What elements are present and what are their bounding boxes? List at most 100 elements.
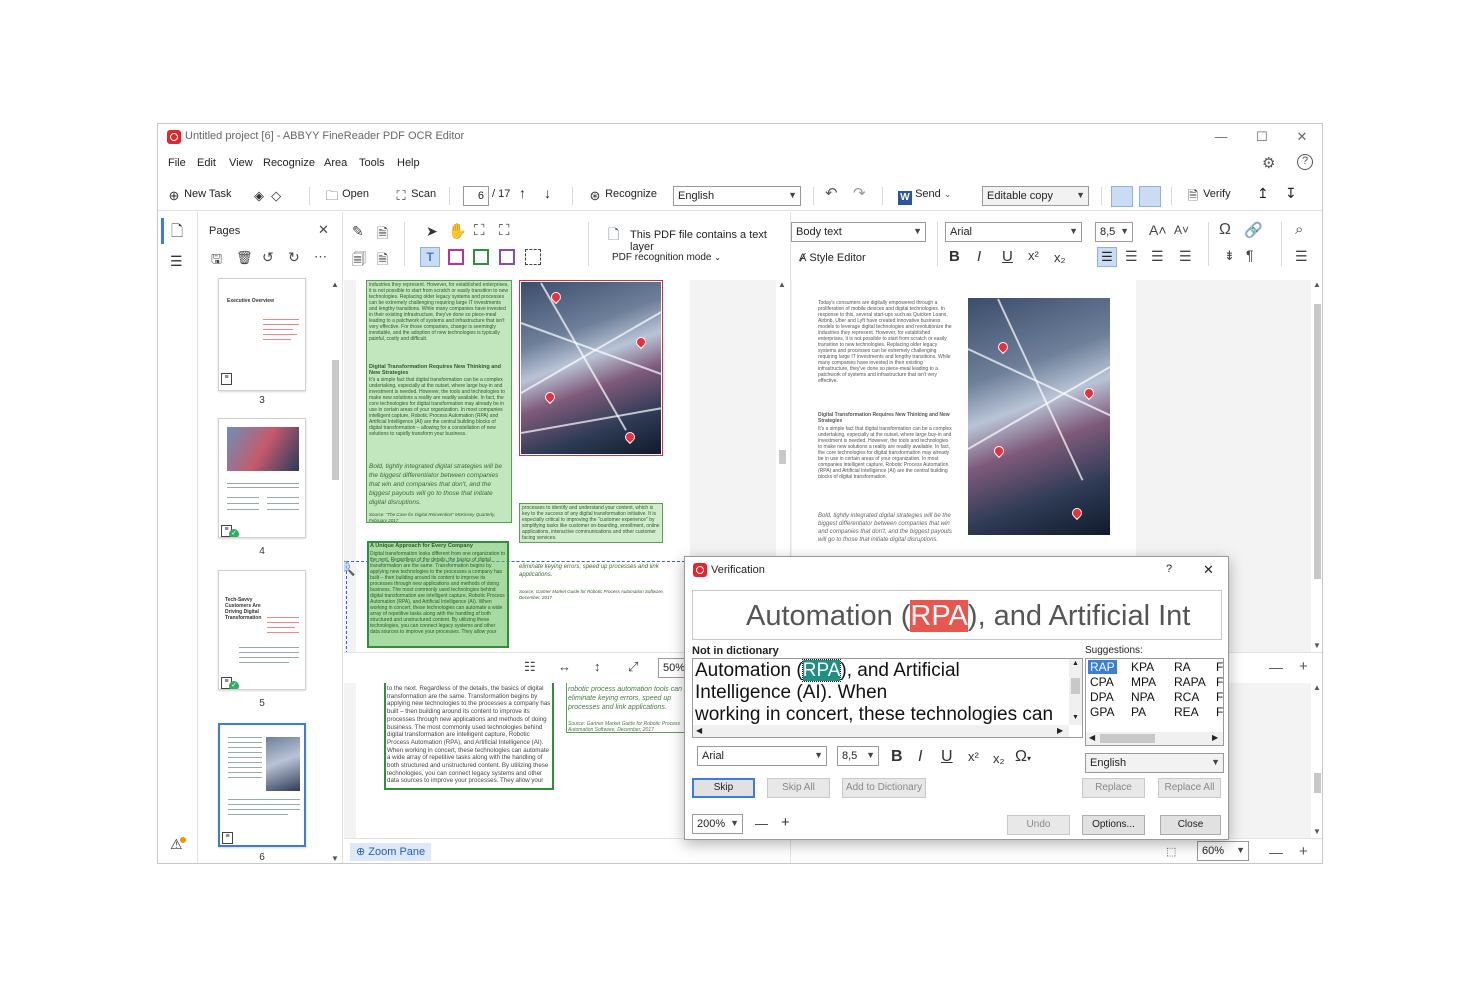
suggestions-scroll-thumb[interactable] bbox=[1100, 734, 1155, 743]
suggestion-item[interactable]: F bbox=[1216, 675, 1223, 689]
search-icon[interactable]: ⌕ bbox=[1295, 221, 1303, 238]
new-task-button[interactable]: ⊕ New Task bbox=[167, 188, 232, 203]
italic-icon[interactable]: I bbox=[977, 248, 981, 265]
fit-height-arrows-icon[interactable]: ↕ bbox=[594, 659, 601, 674]
export-image-icon[interactable]: 🗎 bbox=[377, 223, 388, 247]
more-options-icon[interactable]: ⋯ bbox=[314, 249, 327, 265]
expand-icon[interactable]: ⤢ bbox=[628, 659, 638, 675]
save-icon[interactable]: 🖫 bbox=[211, 250, 222, 272]
text-area-tool-icon[interactable]: T bbox=[420, 247, 440, 267]
underline-icon[interactable]: U bbox=[1002, 248, 1013, 265]
close-dialog-button[interactable]: Close bbox=[1160, 815, 1221, 835]
grow-font-icon[interactable]: A˄ bbox=[1149, 222, 1167, 238]
menu-edit[interactable]: Edit bbox=[197, 157, 216, 169]
recognition-language-select[interactable]: English ▼ bbox=[673, 186, 801, 206]
picture-area-block[interactable] bbox=[519, 280, 663, 456]
zoom-out-icon[interactable]: — bbox=[1269, 844, 1283, 860]
bold-icon[interactable]: B bbox=[891, 748, 903, 766]
image-view-toggle-icon[interactable] bbox=[1111, 186, 1133, 207]
search-page-icon[interactable]: 🗐 bbox=[352, 249, 366, 273]
recognize-button[interactable]: ⊛ Recognize bbox=[588, 188, 658, 203]
dialog-help-button[interactable]: ? bbox=[1166, 563, 1172, 575]
align-right-icon[interactable]: ☰ bbox=[1151, 248, 1164, 265]
bold-icon[interactable]: B bbox=[949, 248, 960, 265]
suggestion-item[interactable]: PA bbox=[1131, 705, 1146, 719]
shrink-font-icon[interactable]: A˅ bbox=[1174, 223, 1189, 237]
scroll-down-arrow-icon[interactable]: ▼ bbox=[1072, 714, 1079, 721]
suggestion-item[interactable]: DPA bbox=[1090, 690, 1114, 704]
page-down-arrow-icon[interactable]: ↓ bbox=[544, 185, 551, 201]
hand-icon[interactable]: ✋ bbox=[448, 222, 467, 240]
align-center-icon[interactable]: ☰ bbox=[1125, 248, 1138, 265]
suggestion-item[interactable]: CPA bbox=[1090, 675, 1114, 689]
special-char-icon[interactable]: Ω bbox=[1219, 221, 1231, 239]
fit-icon[interactable]: ⬚ bbox=[1166, 845, 1176, 858]
skip-all-button[interactable]: Skip All bbox=[767, 778, 830, 798]
menu-view[interactable]: View bbox=[229, 157, 253, 169]
suggestion-item[interactable]: RCA bbox=[1174, 690, 1199, 704]
minimize-button[interactable]: — bbox=[1206, 128, 1236, 146]
pointer-icon[interactable]: ➤ bbox=[426, 223, 438, 240]
zoom-out-icon[interactable]: — bbox=[755, 816, 768, 831]
replace-button[interactable]: Replace bbox=[1082, 778, 1145, 798]
context-h-scrollbar[interactable]: ◀ ▶ bbox=[693, 725, 1069, 737]
previous-error-icon[interactable]: ↥ bbox=[1257, 185, 1269, 202]
zoom-pane-button[interactable]: ⊕ Zoom Pane bbox=[350, 843, 432, 861]
undo-button[interactable]: Undo bbox=[1007, 815, 1070, 835]
page-thumbnail[interactable]: ≡ ✓ bbox=[218, 418, 306, 538]
suggestion-item[interactable]: F bbox=[1216, 705, 1223, 719]
document-mode-select[interactable]: Editable copy ▼ bbox=[982, 186, 1089, 206]
pages-scroll-thumb[interactable] bbox=[332, 360, 339, 480]
suggestion-item-selected[interactable]: RAP bbox=[1088, 660, 1117, 674]
add-to-dictionary-button[interactable]: Add to Dictionary bbox=[842, 778, 926, 798]
menu-help[interactable]: Help bbox=[397, 157, 420, 169]
page-thumbnail[interactable]: Tech-Savvy Customers Are Driving Digital… bbox=[218, 570, 306, 690]
font-size-select[interactable]: 8,5 ▼ bbox=[1095, 222, 1133, 242]
scroll-up-arrow-icon[interactable]: ▲ bbox=[1313, 683, 1321, 692]
suggestion-item[interactable]: RAPA bbox=[1174, 675, 1206, 689]
edit-image-icon[interactable]: ✎ bbox=[352, 223, 364, 240]
suggestion-item[interactable]: KPA bbox=[1131, 660, 1154, 674]
layout-icon[interactable]: ☷ bbox=[524, 659, 536, 675]
options-button[interactable]: Options... bbox=[1082, 815, 1145, 835]
special-char-icon[interactable]: Ω▾ bbox=[1015, 748, 1031, 766]
fit-page-icon[interactable]: ⛶ bbox=[474, 222, 485, 239]
context-scroll-thumb[interactable] bbox=[1071, 678, 1080, 694]
list-view-icon[interactable]: ☰ bbox=[170, 253, 183, 270]
background-area-tool-icon[interactable] bbox=[499, 249, 515, 265]
rotate-left-icon[interactable]: ↺ bbox=[262, 249, 274, 266]
page-props-icon[interactable]: 🗎 bbox=[377, 249, 388, 273]
verify-button[interactable]: 🗎 Verify bbox=[1186, 188, 1231, 203]
subscript-icon[interactable]: x₂ bbox=[993, 751, 1005, 766]
menu-area[interactable]: Area bbox=[324, 157, 347, 169]
text-scrollbar[interactable]: ▲ ▼ bbox=[1311, 280, 1322, 652]
align-left-icon[interactable]: ☰ bbox=[1097, 247, 1117, 267]
menu-tools[interactable]: Tools bbox=[359, 157, 385, 169]
picture-area-tool-icon[interactable] bbox=[448, 249, 464, 265]
open-button[interactable]: 🗀 Open bbox=[325, 188, 369, 203]
page-thumbnail[interactable]: Executive Overview ≡ bbox=[218, 278, 306, 391]
skip-button[interactable]: Skip bbox=[692, 778, 755, 798]
scroll-up-arrow-icon[interactable]: ▲ bbox=[778, 280, 786, 289]
text-scroll-thumb[interactable] bbox=[1314, 304, 1321, 579]
link-icon[interactable]: 🔗 bbox=[1244, 221, 1263, 239]
paragraph-style-select[interactable]: Body text ▼ bbox=[791, 222, 926, 242]
scroll-down-arrow-icon[interactable]: ▼ bbox=[1313, 827, 1321, 836]
fit-width-arrows-icon[interactable]: ↔ bbox=[558, 659, 571, 674]
line-spacing-icon[interactable]: ⇟ bbox=[1224, 248, 1235, 264]
menu-file[interactable]: File bbox=[168, 157, 186, 169]
scroll-left-arrow-icon[interactable]: ◀ bbox=[1089, 733, 1095, 742]
text-zoom-scrollbar[interactable]: ▲ ▼ bbox=[1311, 683, 1322, 838]
subscript-icon[interactable]: x₂ bbox=[1054, 250, 1066, 265]
suggestion-item[interactable]: F bbox=[1216, 660, 1223, 674]
italic-icon[interactable]: I bbox=[918, 748, 922, 766]
redo-icon[interactable]: ↷ bbox=[853, 184, 866, 202]
underline-icon[interactable]: U bbox=[941, 748, 953, 766]
suggestion-item[interactable]: GPA bbox=[1090, 705, 1114, 719]
page-thumbnail-selected[interactable]: ≡ bbox=[218, 723, 306, 847]
send-button[interactable]: W Send ⌄ bbox=[898, 188, 951, 205]
maximize-button[interactable]: ☐ bbox=[1247, 128, 1277, 146]
superscript-icon[interactable]: x² bbox=[968, 749, 979, 764]
suggestions-list[interactable]: RAP KPA RA F CPA MPA RAPA F DPA NPA RCA … bbox=[1085, 658, 1224, 746]
text-zoom-select[interactable]: 60% ▼ bbox=[1197, 841, 1249, 861]
